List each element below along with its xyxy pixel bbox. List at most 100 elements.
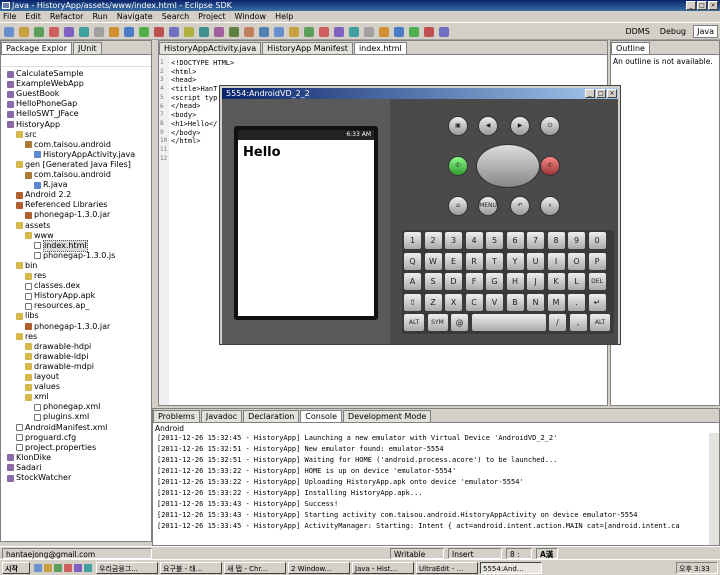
toolbar-tool-icon[interactable]: [19, 27, 29, 37]
tab-manifest[interactable]: HistoryApp Manifest: [262, 42, 353, 54]
dpad[interactable]: [476, 144, 540, 188]
tab-index-html[interactable]: index.html: [353, 42, 407, 54]
key-space[interactable]: [471, 314, 546, 331]
key-q[interactable]: Q: [404, 252, 421, 270]
toolbar-tool-icon[interactable]: [139, 27, 149, 37]
tab-package-explorer[interactable]: Package Explor: [1, 42, 72, 54]
toolbar-tool-icon[interactable]: [349, 27, 359, 37]
phone-screen[interactable]: 6:33 AM Hello: [238, 130, 374, 316]
tree-item[interactable]: drawable-mdpi: [25, 362, 94, 372]
close-button[interactable]: ×: [708, 1, 718, 10]
key-/[interactable]: /: [549, 314, 566, 331]
emulator-minimize-button[interactable]: _: [585, 89, 595, 98]
key-0[interactable]: 0: [588, 232, 606, 249]
key-t[interactable]: T: [486, 252, 503, 270]
tab-declaration[interactable]: Declaration: [243, 410, 300, 422]
key-3[interactable]: 3: [445, 232, 462, 249]
key-alt[interactable]: ALT: [590, 314, 610, 331]
home-button[interactable]: ⌂: [448, 196, 468, 216]
taskbar-item[interactable]: Java - Hist...: [352, 562, 414, 574]
emulator-close-button[interactable]: ×: [607, 89, 617, 98]
toolbar-tool-icon[interactable]: [214, 27, 224, 37]
menu-refactor[interactable]: Refactor: [50, 12, 84, 21]
key-l[interactable]: L: [568, 273, 585, 290]
toolbar-tool-icon[interactable]: [379, 27, 389, 37]
console-scrollbar[interactable]: [709, 433, 719, 545]
end-call-button[interactable]: ✆: [540, 156, 560, 176]
maximize-button[interactable]: □: [697, 1, 707, 10]
taskbar-item[interactable]: 우리금융그...: [96, 562, 158, 574]
key-c[interactable]: C: [465, 293, 483, 311]
tab-junit[interactable]: JUnit: [72, 42, 102, 54]
tab-problems[interactable]: Problems: [153, 410, 200, 422]
key-m[interactable]: M: [547, 293, 565, 311]
toolbar-tool-icon[interactable]: [289, 27, 299, 37]
tree-item[interactable]: proguard.cfg: [16, 433, 76, 443]
toolbar-tool-icon[interactable]: [199, 27, 209, 37]
key-n[interactable]: N: [527, 293, 544, 311]
tree-item[interactable]: libs: [16, 311, 39, 321]
key-s[interactable]: S: [424, 273, 442, 290]
key-e[interactable]: E: [445, 252, 462, 270]
tab-development-mode[interactable]: Development Mode: [343, 410, 432, 422]
tree-item[interactable]: phonegap-1.3.0.jar: [25, 210, 110, 220]
menu-search[interactable]: Search: [162, 12, 189, 21]
volume-up-button[interactable]: ▶: [510, 116, 530, 136]
toolbar-tool-icon[interactable]: [79, 27, 89, 37]
quick-launch-icon[interactable]: [64, 564, 72, 572]
tree-item[interactable]: ExampleWebApp: [7, 79, 84, 89]
key-k[interactable]: K: [547, 273, 565, 290]
tree-item[interactable]: src: [16, 130, 37, 140]
toolbar-tool-icon[interactable]: [4, 27, 14, 37]
tree-item[interactable]: values: [25, 382, 60, 392]
toolbar-tool-icon[interactable]: [259, 27, 269, 37]
key-1[interactable]: 1: [404, 232, 421, 249]
toolbar-tool-icon[interactable]: [409, 27, 419, 37]
toolbar-tool-icon[interactable]: [304, 27, 314, 37]
start-button[interactable]: 시작: [2, 562, 30, 574]
tree-item[interactable]: classes.dex: [25, 281, 80, 291]
tab-javadoc[interactable]: Javadoc: [200, 410, 243, 422]
quick-launch-icon[interactable]: [44, 564, 52, 572]
quick-launch-icon[interactable]: [74, 564, 82, 572]
power-button[interactable]: ⏻: [540, 116, 560, 136]
key-d[interactable]: D: [445, 273, 462, 290]
key-5[interactable]: 5: [486, 232, 503, 249]
key-del[interactable]: DEL: [588, 273, 606, 290]
volume-down-button[interactable]: ◀: [478, 116, 498, 136]
tree-item[interactable]: xml: [25, 392, 49, 402]
key-v[interactable]: V: [486, 293, 503, 311]
key-u[interactable]: U: [527, 252, 544, 270]
key-i[interactable]: I: [547, 252, 565, 270]
toolbar-tool-icon[interactable]: [394, 27, 404, 37]
tree-item[interactable]: GuestBook: [7, 89, 59, 99]
toolbar-tool-icon[interactable]: [49, 27, 59, 37]
tree-item[interactable]: HistoryApp: [7, 120, 60, 130]
tree-item[interactable]: com.taisou.android: [25, 170, 111, 180]
perspective-debug[interactable]: Debug: [657, 26, 689, 37]
key-g[interactable]: G: [486, 273, 503, 290]
tree-item[interactable]: com.taisou.android: [25, 140, 111, 150]
toolbar-tool-icon[interactable]: [439, 27, 449, 37]
quick-launch-icon[interactable]: [84, 564, 92, 572]
toolbar-tool-icon[interactable]: [184, 27, 194, 37]
tab-console[interactable]: Console: [300, 410, 343, 422]
ime-indicator[interactable]: A漢: [536, 548, 558, 559]
taskbar-item[interactable]: 새 탭 - Chr...: [224, 562, 286, 574]
key-y[interactable]: Y: [506, 252, 524, 270]
key-.[interactable]: .: [568, 293, 585, 311]
key-⇧[interactable]: ⇧: [404, 293, 421, 311]
tree-item[interactable]: AndroidManifest.xml: [16, 423, 107, 433]
key-4[interactable]: 4: [465, 232, 483, 249]
tree-item[interactable]: R.java: [34, 180, 68, 190]
key-,[interactable]: ,: [569, 314, 587, 331]
taskbar-item[interactable]: 요구불 - 태...: [160, 562, 222, 574]
tree-item[interactable]: index.html: [34, 239, 88, 252]
toolbar-tool-icon[interactable]: [169, 27, 179, 37]
key-b[interactable]: B: [506, 293, 524, 311]
tree-item[interactable]: res: [25, 271, 46, 281]
key-z[interactable]: Z: [424, 293, 442, 311]
tree-item[interactable]: phonegap-1.3.0.js: [34, 251, 115, 261]
console-output[interactable]: [2011-12-26 15:32:45 - HistoryApp] Launc…: [157, 433, 680, 532]
toolbar-tool-icon[interactable]: [34, 27, 44, 37]
